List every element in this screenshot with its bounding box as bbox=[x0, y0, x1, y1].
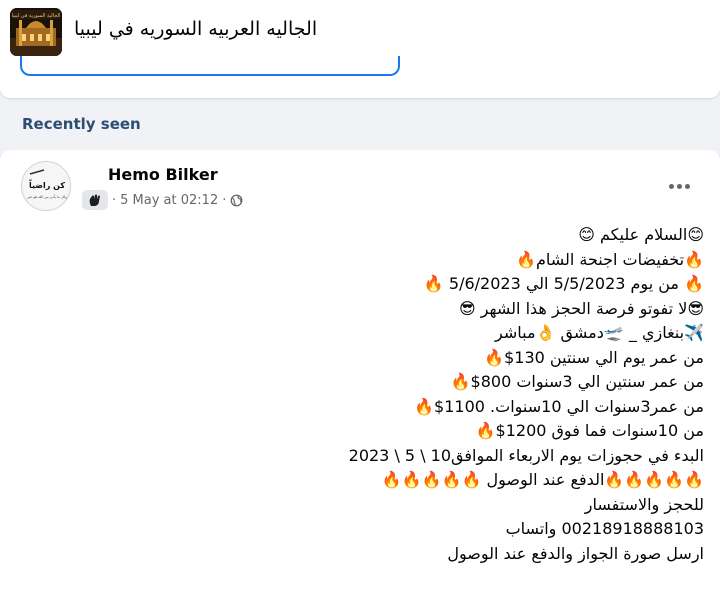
group-thumb-caption: الجالية السورية في ليبيا bbox=[12, 13, 61, 19]
post-line: 🔥تخفيضات اجنحة الشام🔥 bbox=[516, 249, 704, 269]
post-card: كن راضياً وكل ما يأتي من الله هو خير Hem… bbox=[0, 150, 720, 591]
author-name[interactable]: Hemo Bilker bbox=[108, 165, 218, 184]
avatar-image: كن راضياً وكل ما يأتي من الله هو خير bbox=[22, 162, 70, 210]
meta-separator-1: · bbox=[112, 192, 117, 208]
post-line: من عمر3سنوات الي 10سنوات. 1100$🔥 bbox=[414, 396, 704, 416]
post-line: ارسل صورة الجواز والدفع عند الوصول bbox=[447, 543, 704, 563]
post-line: البدء في حجوزات يوم الاربعاء الموافق10 \… bbox=[348, 445, 704, 465]
dot-icon bbox=[684, 183, 690, 189]
group-name[interactable]: الجاليه العربيه السوريه في ليبيا bbox=[74, 18, 317, 40]
meta-separator-2: · bbox=[222, 192, 227, 208]
dot-icon bbox=[668, 183, 674, 189]
group-thumbnail[interactable]: الجالية السورية في ليبيا bbox=[10, 8, 62, 56]
author-avatar[interactable]: كن راضياً وكل ما يأتي من الله هو خير bbox=[21, 161, 71, 211]
search-box[interactable] bbox=[20, 56, 400, 76]
post-line: 😎لا تفوتو فرصة الحجز هذا الشهر 😎 bbox=[458, 298, 704, 318]
hand-wave-icon bbox=[89, 194, 100, 206]
member-badge[interactable] bbox=[82, 190, 108, 210]
post-line: 🔥 من يوم 5/5/2023 الي 5/6/2023 🔥 bbox=[423, 274, 704, 293]
recently-seen-heading: Recently seen bbox=[22, 115, 141, 133]
post-line: من 10سنوات فما فوق 1200$🔥 bbox=[475, 421, 704, 440]
avatar-title: كن راضياً bbox=[28, 179, 65, 190]
post-text: 😊السلام عليكم 😊 🔥تخفيضات اجنحة الشام🔥 🔥 … bbox=[300, 223, 704, 566]
post-line: 00218918888103 واتساب bbox=[505, 519, 704, 538]
avatar-subtitle: وكل ما يأتي من الله هو خير bbox=[26, 194, 67, 199]
post-line: من عمر يوم الي سنتين 130$🔥 bbox=[484, 347, 704, 367]
group-header-card: الجالية السورية في ليبيا الجاليه العربيه… bbox=[0, 0, 720, 98]
post-line: 😊السلام عليكم 😊 bbox=[578, 225, 704, 244]
post-line: 🔥🔥🔥🔥🔥الدفع عند الوصول 🔥🔥🔥🔥🔥 bbox=[381, 470, 704, 489]
mosque-illustration: الجالية السورية في ليبيا bbox=[10, 8, 62, 56]
post-line: للحجز والاستفسار bbox=[584, 494, 704, 514]
globe-icon bbox=[230, 194, 243, 206]
post-date[interactable]: 5 May at 02:12 bbox=[120, 193, 218, 208]
post-line: ✈️بنغازي _ 🛫دمشق 👌مباشر bbox=[495, 323, 704, 342]
dot-icon bbox=[676, 183, 682, 189]
post-line: من عمر سنتين الي 3سنوات 800$🔥 bbox=[450, 372, 704, 391]
post-meta: · 5 May at 02:12 · bbox=[82, 190, 243, 210]
more-options-button[interactable] bbox=[662, 172, 696, 200]
